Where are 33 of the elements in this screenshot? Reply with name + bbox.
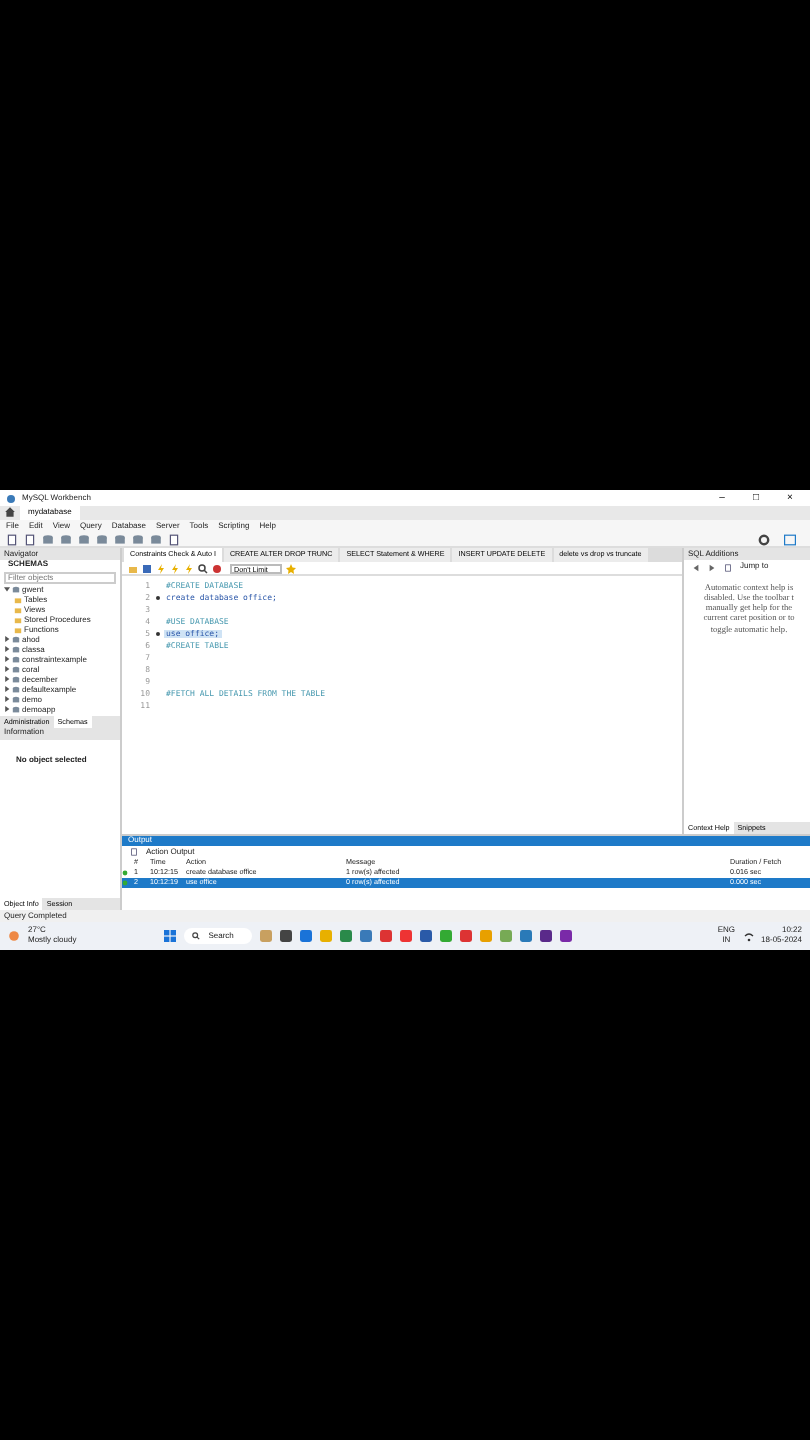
save-icon[interactable]	[142, 563, 152, 573]
database-icon[interactable]	[132, 533, 144, 545]
document-icon[interactable]	[724, 563, 732, 571]
database-icon[interactable]	[114, 533, 126, 545]
database-icon[interactable]	[42, 533, 54, 545]
back-arrow-icon[interactable]	[692, 563, 700, 571]
app-logo-icon	[6, 493, 16, 503]
search-icon	[192, 932, 201, 940]
windows-logo-icon[interactable]	[164, 930, 177, 942]
database-icon[interactable]	[150, 533, 162, 545]
expand-arrow-icon[interactable]	[4, 655, 10, 666]
expand-arrow-icon[interactable]	[4, 665, 10, 676]
expand-arrow-icon[interactable]	[4, 635, 10, 646]
weather-icon	[8, 930, 20, 942]
expand-arrow-icon[interactable]	[4, 705, 10, 716]
home-icon[interactable]	[4, 506, 16, 518]
forward-arrow-icon[interactable]	[708, 563, 716, 571]
document-icon	[130, 848, 138, 856]
document-icon[interactable]	[168, 533, 180, 545]
stop-icon[interactable]	[212, 563, 222, 573]
expand-arrow-icon[interactable]	[4, 695, 10, 706]
expand-arrow-icon[interactable]	[4, 645, 10, 656]
expand-arrow-icon[interactable]	[4, 585, 10, 596]
expand-arrow-icon[interactable]	[4, 675, 10, 686]
search-icon[interactable]	[198, 563, 208, 573]
database-icon[interactable]	[60, 533, 72, 545]
database-icon	[12, 586, 20, 595]
settings-icon[interactable]	[758, 533, 770, 545]
database-icon[interactable]	[96, 533, 108, 545]
wifi-icon[interactable]	[743, 931, 754, 941]
database-icon[interactable]	[78, 533, 90, 545]
expand-arrow-icon[interactable]	[4, 685, 10, 696]
star-icon[interactable]	[285, 563, 296, 573]
